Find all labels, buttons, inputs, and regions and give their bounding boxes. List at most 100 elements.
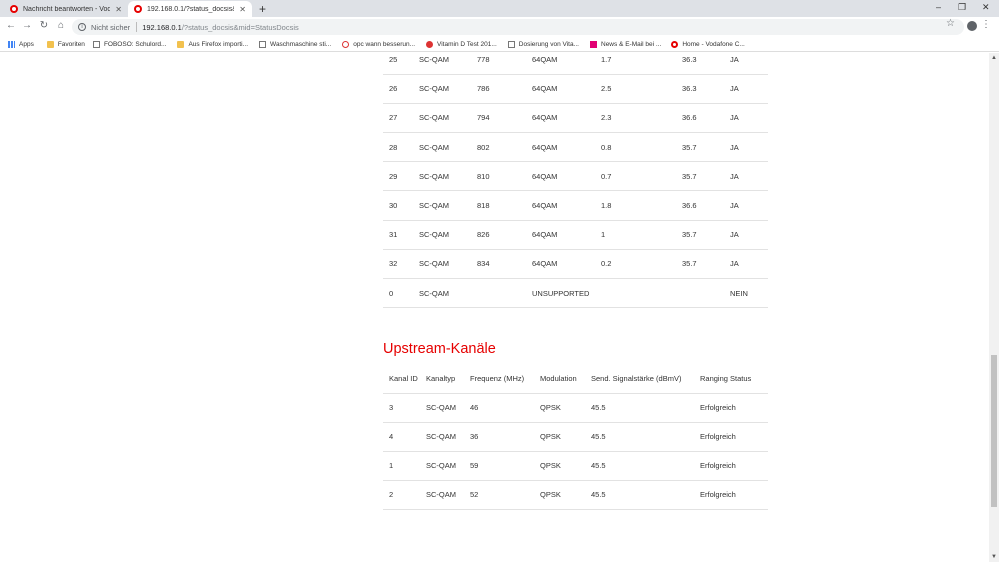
table-cell: 64QAM — [532, 249, 601, 280]
bookmark-label: Apps — [19, 40, 34, 48]
bookmark-label: Home - Vodafone C... — [682, 40, 745, 48]
bookmark-dosierung[interactable]: Dosierung von Vita... — [507, 40, 579, 48]
upstream-heading: Upstream-Kanäle — [383, 341, 496, 357]
bookmark-star-icon[interactable]: ☆ — [946, 18, 955, 29]
table-cell: SC-QAM — [419, 278, 477, 309]
table-cell: Erfolgreich — [700, 451, 768, 481]
table-cell: SC-QAM — [419, 161, 477, 192]
table-cell: 1 — [383, 451, 426, 481]
upstream-table: Kanal ID Kanaltyp Frequenz (MHz) Modulat… — [383, 364, 768, 510]
table-cell: 3 — [383, 393, 426, 423]
table-row: 2 SC-QAM 52 QPSK 45.5 Erfolgreich — [383, 480, 768, 510]
table-cell: 36.6 — [682, 190, 730, 221]
close-icon[interactable]: ✕ — [239, 5, 246, 14]
table-cell: 27 — [383, 103, 419, 134]
home-icon[interactable]: ⌂ — [54, 20, 68, 31]
close-icon[interactable]: ✕ — [115, 5, 122, 14]
table-cell: 46 — [470, 393, 540, 423]
close-window-icon[interactable]: ✕ — [982, 2, 990, 13]
address-bar[interactable]: i Nicht sicher 192.168.0.1/?status_docsi… — [72, 19, 964, 35]
table-cell: Erfolgreich — [700, 480, 768, 510]
table-row: 29 SC-QAM 810 64QAM 0.7 35.7 JA — [383, 161, 768, 192]
table-cell: 45.5 — [591, 422, 700, 452]
table-row: 25 SC-QAM 778 64QAM 1.7 36.3 JA — [383, 53, 768, 75]
page-viewport: 25 SC-QAM 778 64QAM 1.7 36.3 JA 26 SC-QAM 786 64QA… — [0, 53, 989, 562]
browser-tab-vodafone-forum[interactable]: Nachricht beantworten - Vodafo ✕ — [4, 1, 128, 17]
page-scrollbar[interactable]: ▲ ▼ — [989, 53, 999, 562]
column-header: Modulation — [540, 364, 591, 394]
reload-icon[interactable]: ↻ — [37, 20, 51, 31]
scrollbar-thumb[interactable] — [991, 355, 997, 507]
upstream-table-body: 3 SC-QAM 46 QPSK 45.5 Erfolgreich 4 SC-QAM 36 QPS… — [383, 393, 768, 510]
menu-icon[interactable]: ⋮ — [981, 19, 991, 30]
bookmark-vodafone-home[interactable]: Home - Vodafone C... — [671, 40, 745, 48]
security-status[interactable]: Nicht sicher — [91, 23, 130, 32]
table-cell: SC-QAM — [419, 53, 477, 75]
table-cell: 0 — [383, 278, 419, 309]
forward-icon[interactable]: → — [20, 20, 34, 31]
table-cell: 64QAM — [532, 132, 601, 163]
upstream-header-row: Kanal ID Kanaltyp Frequenz (MHz) Modulat… — [383, 364, 768, 394]
apps-grid-icon — [8, 40, 15, 48]
search-icon — [342, 40, 350, 48]
table-cell: 52 — [470, 480, 540, 510]
folder-icon — [46, 40, 54, 48]
table-cell: 26 — [383, 74, 419, 104]
table-cell: JA — [730, 132, 768, 163]
table-row: 0 SC-QAM UNSUPPORTED NEIN — [383, 278, 768, 309]
back-icon[interactable]: ← — [4, 20, 18, 31]
table-cell: JA — [730, 103, 768, 134]
profile-avatar-icon[interactable] — [967, 21, 977, 31]
bookmark-favoriten[interactable]: Favoriten — [46, 40, 85, 48]
minimize-icon[interactable]: – — [936, 2, 941, 12]
bookmark-news-email[interactable]: News & E-Mail bei ... — [590, 40, 661, 48]
table-cell: 802 — [477, 132, 532, 163]
new-tab-button[interactable]: + — [259, 2, 266, 16]
bookmark-firefox-import[interactable]: Aus Firefox importi... — [177, 40, 248, 48]
table-cell: 0.8 — [601, 132, 682, 163]
table-cell: Erfolgreich — [700, 393, 768, 423]
table-row: 32 SC-QAM 834 64QAM 0.2 35.7 JA — [383, 249, 768, 280]
table-cell: 36 — [470, 422, 540, 452]
page-icon — [92, 40, 100, 48]
bookmark-label: Favoriten — [57, 40, 85, 48]
site-icon — [426, 40, 434, 48]
bookmark-foboso[interactable]: FOBOSO: Schulord... — [92, 40, 166, 48]
tab-title: 192.168.0.1/?status_docsis&mid — [147, 5, 234, 13]
table-cell: 31 — [383, 220, 419, 250]
table-cell: NEIN — [730, 278, 768, 309]
table-cell: 45.5 — [591, 393, 700, 423]
info-icon[interactable]: i — [78, 23, 86, 31]
bookmark-apps[interactable]: Apps — [8, 40, 34, 48]
restore-icon[interactable]: ❐ — [958, 2, 966, 13]
bookmark-vitamin-d[interactable]: Vitamin D Test 201... — [426, 40, 497, 48]
table-cell: 794 — [477, 103, 532, 134]
browser-tab-status-docsis[interactable]: 192.168.0.1/?status_docsis&mid ✕ — [128, 1, 252, 17]
table-cell: 45.5 — [591, 451, 700, 481]
browser-toolbar: ← → ↻ ⌂ i Nicht sicher 192.168.0.1/?stat… — [0, 17, 999, 37]
table-cell: 1.8 — [601, 190, 682, 221]
bookmark-label: opc wann besserun... — [353, 40, 416, 48]
table-cell: JA — [730, 161, 768, 192]
bookmark-waschmaschine[interactable]: Waschmaschine sti... — [259, 40, 331, 48]
table-cell: 45.5 — [591, 480, 700, 510]
scroll-down-icon[interactable]: ▼ — [989, 552, 999, 562]
table-cell: SC-QAM — [426, 480, 470, 510]
bookmark-opc[interactable]: opc wann besserun... — [342, 40, 416, 48]
scroll-up-icon[interactable]: ▲ — [989, 53, 999, 63]
divider — [136, 22, 138, 32]
table-cell: UNSUPPORTED — [532, 278, 601, 309]
table-cell: 36.3 — [682, 53, 730, 75]
table-row: 27 SC-QAM 794 64QAM 2.3 36.6 JA — [383, 103, 768, 134]
downstream-table: 25 SC-QAM 778 64QAM 1.7 36.3 JA 26 SC-QAM 786 64QA… — [383, 53, 768, 309]
table-cell: JA — [730, 220, 768, 250]
column-header: Kanal ID — [383, 364, 426, 394]
table-cell: 25 — [383, 53, 419, 75]
table-cell: 59 — [470, 451, 540, 481]
table-cell — [682, 278, 730, 309]
table-cell: JA — [730, 249, 768, 280]
table-cell: 826 — [477, 220, 532, 250]
table-row: 28 SC-QAM 802 64QAM 0.8 35.7 JA — [383, 132, 768, 163]
table-cell: 32 — [383, 249, 419, 280]
table-cell: QPSK — [540, 480, 591, 510]
